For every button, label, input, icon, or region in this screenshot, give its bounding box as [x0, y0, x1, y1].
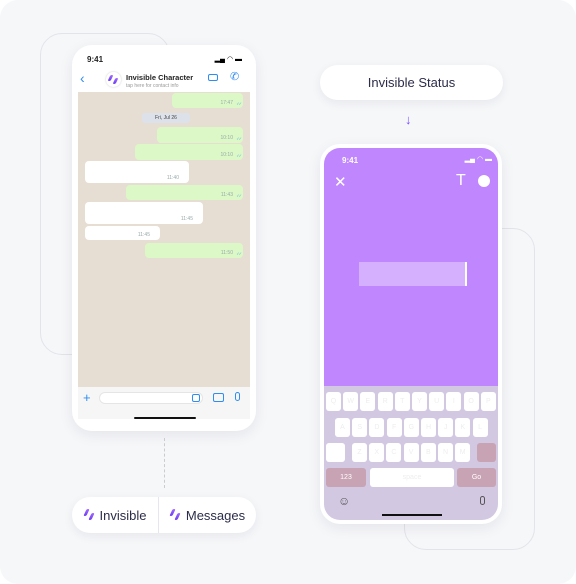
status-label-pill: Invisible Status — [320, 65, 503, 100]
microphone-icon[interactable] — [480, 496, 485, 505]
key-y[interactable]: Y — [412, 392, 427, 411]
contact-subtitle: tap here for contact info — [126, 83, 179, 89]
status-time: 9:41 — [342, 156, 359, 165]
key-n[interactable]: N — [438, 443, 453, 462]
numbers-key[interactable]: 123 — [326, 468, 366, 487]
key-t[interactable]: T — [394, 392, 410, 411]
connector-line — [164, 438, 165, 488]
key-z[interactable]: Z — [352, 443, 367, 462]
key-d[interactable]: D — [369, 418, 385, 437]
key-k[interactable]: K — [455, 418, 471, 437]
key-f[interactable]: F — [386, 418, 402, 437]
message-bubble: 10:10 — [157, 127, 243, 143]
message-input[interactable] — [99, 392, 203, 404]
close-icon[interactable]: ✕ — [334, 173, 347, 191]
status-phone: 9:41 ▂▄ ◠ ▬ ✕ T QWERTYUIOPASDFGHJKLZXCVB… — [320, 144, 502, 524]
back-icon[interactable]: ‹ — [80, 70, 85, 86]
text-tool-icon[interactable]: T — [456, 172, 466, 190]
logo-icon — [169, 509, 182, 521]
home-indicator — [134, 417, 196, 419]
key-c[interactable]: C — [386, 443, 402, 462]
sticker-icon[interactable] — [192, 394, 200, 402]
arrow-down-icon: ↓ — [405, 112, 412, 127]
phone-call-icon[interactable]: ✆ — [230, 70, 239, 83]
key-m[interactable]: M — [455, 443, 471, 462]
key-x[interactable]: X — [369, 443, 385, 462]
key-w[interactable]: W — [343, 392, 359, 411]
chat-phone: 9:41 ▂▄ ◠ ▬ ‹ Invisible Character tap he… — [72, 45, 256, 431]
invisible-messages-pill: Invisible Messages — [72, 497, 256, 533]
key-o[interactable]: O — [463, 392, 479, 411]
key-a[interactable]: A — [335, 418, 350, 437]
plus-icon[interactable]: + — [83, 390, 91, 405]
palette-icon[interactable] — [478, 175, 490, 187]
key-v[interactable]: V — [403, 443, 419, 462]
pill-left: Invisible — [72, 508, 158, 523]
key-j[interactable]: J — [438, 418, 454, 437]
message-bubble: 11:40 — [85, 161, 189, 183]
key-q[interactable]: Q — [326, 392, 341, 411]
key-g[interactable]: G — [403, 418, 419, 437]
status-text-input[interactable] — [359, 262, 467, 286]
message-bubble: 11:45 — [85, 226, 160, 240]
key-u[interactable]: U — [429, 392, 445, 411]
key-r[interactable]: R — [377, 392, 393, 411]
key-b[interactable]: B — [420, 443, 436, 462]
key-p[interactable]: P — [480, 392, 496, 411]
key-e[interactable]: E — [360, 392, 376, 411]
logo-icon — [82, 509, 96, 521]
message-bubble: 11:43 — [126, 185, 243, 200]
go-key[interactable]: Go — [457, 468, 496, 487]
key-h[interactable]: H — [421, 418, 436, 437]
microphone-icon[interactable] — [235, 392, 240, 401]
contact-name[interactable]: Invisible Character — [126, 73, 193, 82]
key-i[interactable]: I — [446, 392, 462, 411]
backspace-key[interactable] — [477, 443, 496, 462]
key-l[interactable]: L — [472, 418, 488, 437]
message-bubble: 10:10 — [135, 144, 243, 160]
shift-key[interactable] — [326, 443, 345, 462]
space-key[interactable]: space — [370, 468, 454, 487]
video-call-icon[interactable] — [208, 74, 218, 81]
message-bubble: 17:47 — [172, 93, 243, 108]
contact-avatar[interactable] — [106, 72, 121, 87]
status-icons: ▂▄ ◠ ▬ — [214, 56, 242, 63]
key-s[interactable]: S — [352, 418, 368, 437]
message-bubble: 11:50 — [145, 243, 243, 258]
date-pill: Fri, Jul 26 — [142, 113, 190, 123]
home-indicator — [382, 514, 442, 516]
chat-area: 17:47 Fri, Jul 26 10:10 10:10 11:40 11:4… — [78, 92, 250, 387]
pill-right: Messages — [159, 508, 256, 523]
message-bubble: 11:45 — [85, 202, 203, 224]
status-icons: ▂▄ ◠ ▬ — [464, 156, 492, 163]
status-time: 9:41 — [87, 55, 104, 64]
emoji-icon[interactable]: ☺ — [338, 494, 350, 508]
camera-icon[interactable] — [213, 393, 224, 402]
pill-left-text: Invisible — [99, 507, 147, 523]
pill-right-text: Messages — [185, 507, 246, 523]
